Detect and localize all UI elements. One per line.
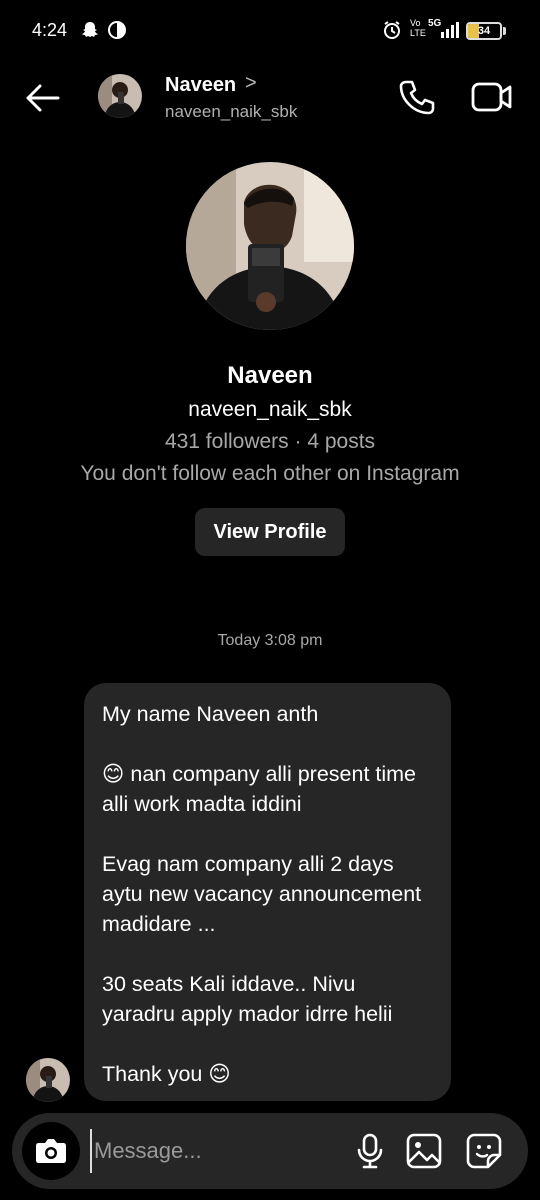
message-line: 30 seats Kali iddave.. Nivu yaradru appl… (102, 972, 393, 1026)
message-bubble[interactable]: My name Naveen anth 😊 nan company alli p… (84, 683, 451, 1101)
message-composer (12, 1113, 528, 1189)
profile-name: Naveen (227, 362, 313, 389)
status-time: 4:24 (32, 20, 68, 40)
header-avatar[interactable] (98, 74, 142, 118)
message-line: Thank you 😊 (102, 1062, 231, 1086)
camera-button[interactable] (22, 1122, 80, 1180)
phone-icon (399, 80, 435, 115)
header-username[interactable]: naveen_naik_sbk (165, 102, 297, 122)
status-bar: 4:24 Vo LTE 5G 34 (0, 0, 540, 62)
view-profile-button[interactable]: View Profile (195, 508, 345, 556)
alarm-icon (382, 20, 402, 40)
gallery-button[interactable] (404, 1131, 444, 1171)
microphone-icon (357, 1133, 383, 1169)
message-line: Evag nam company alli 2 days aytu new va… (102, 852, 422, 936)
message-line: 😊 nan company alli present time alli wor… (102, 762, 417, 816)
video-call-button[interactable] (470, 78, 514, 116)
battery-indicator: 34 (466, 22, 502, 40)
chevron-right-icon: > (245, 72, 257, 94)
sync-icon (107, 20, 127, 40)
message-line: My name Naveen anth (102, 702, 319, 726)
arrow-left-icon (26, 84, 60, 112)
camera-icon (36, 1139, 66, 1163)
signal-icon (440, 20, 460, 40)
image-icon (406, 1133, 442, 1169)
message-timestamp: Today 3:08 pm (217, 632, 323, 649)
follow-status: You don't follow each other on Instagram (80, 462, 460, 485)
video-camera-icon (471, 82, 512, 112)
voice-call-button[interactable] (398, 78, 436, 116)
chat-header: Naveen > naveen_naik_sbk (0, 62, 540, 136)
back-button[interactable] (20, 76, 64, 120)
profile-stats: 431 followers · 4 posts (164, 430, 376, 453)
sender-avatar[interactable] (26, 1058, 70, 1102)
profile-photo[interactable] (186, 162, 354, 330)
message-input[interactable] (90, 1129, 340, 1173)
sticker-icon (466, 1133, 502, 1169)
snapchat-icon (80, 20, 100, 40)
battery-tip (503, 27, 506, 35)
header-name[interactable]: Naveen (165, 74, 236, 97)
profile-username: naveen_naik_sbk (188, 398, 352, 421)
voice-message-button[interactable] (350, 1131, 390, 1171)
volte-label: Vo LTE (410, 18, 426, 38)
sticker-button[interactable] (464, 1131, 504, 1171)
